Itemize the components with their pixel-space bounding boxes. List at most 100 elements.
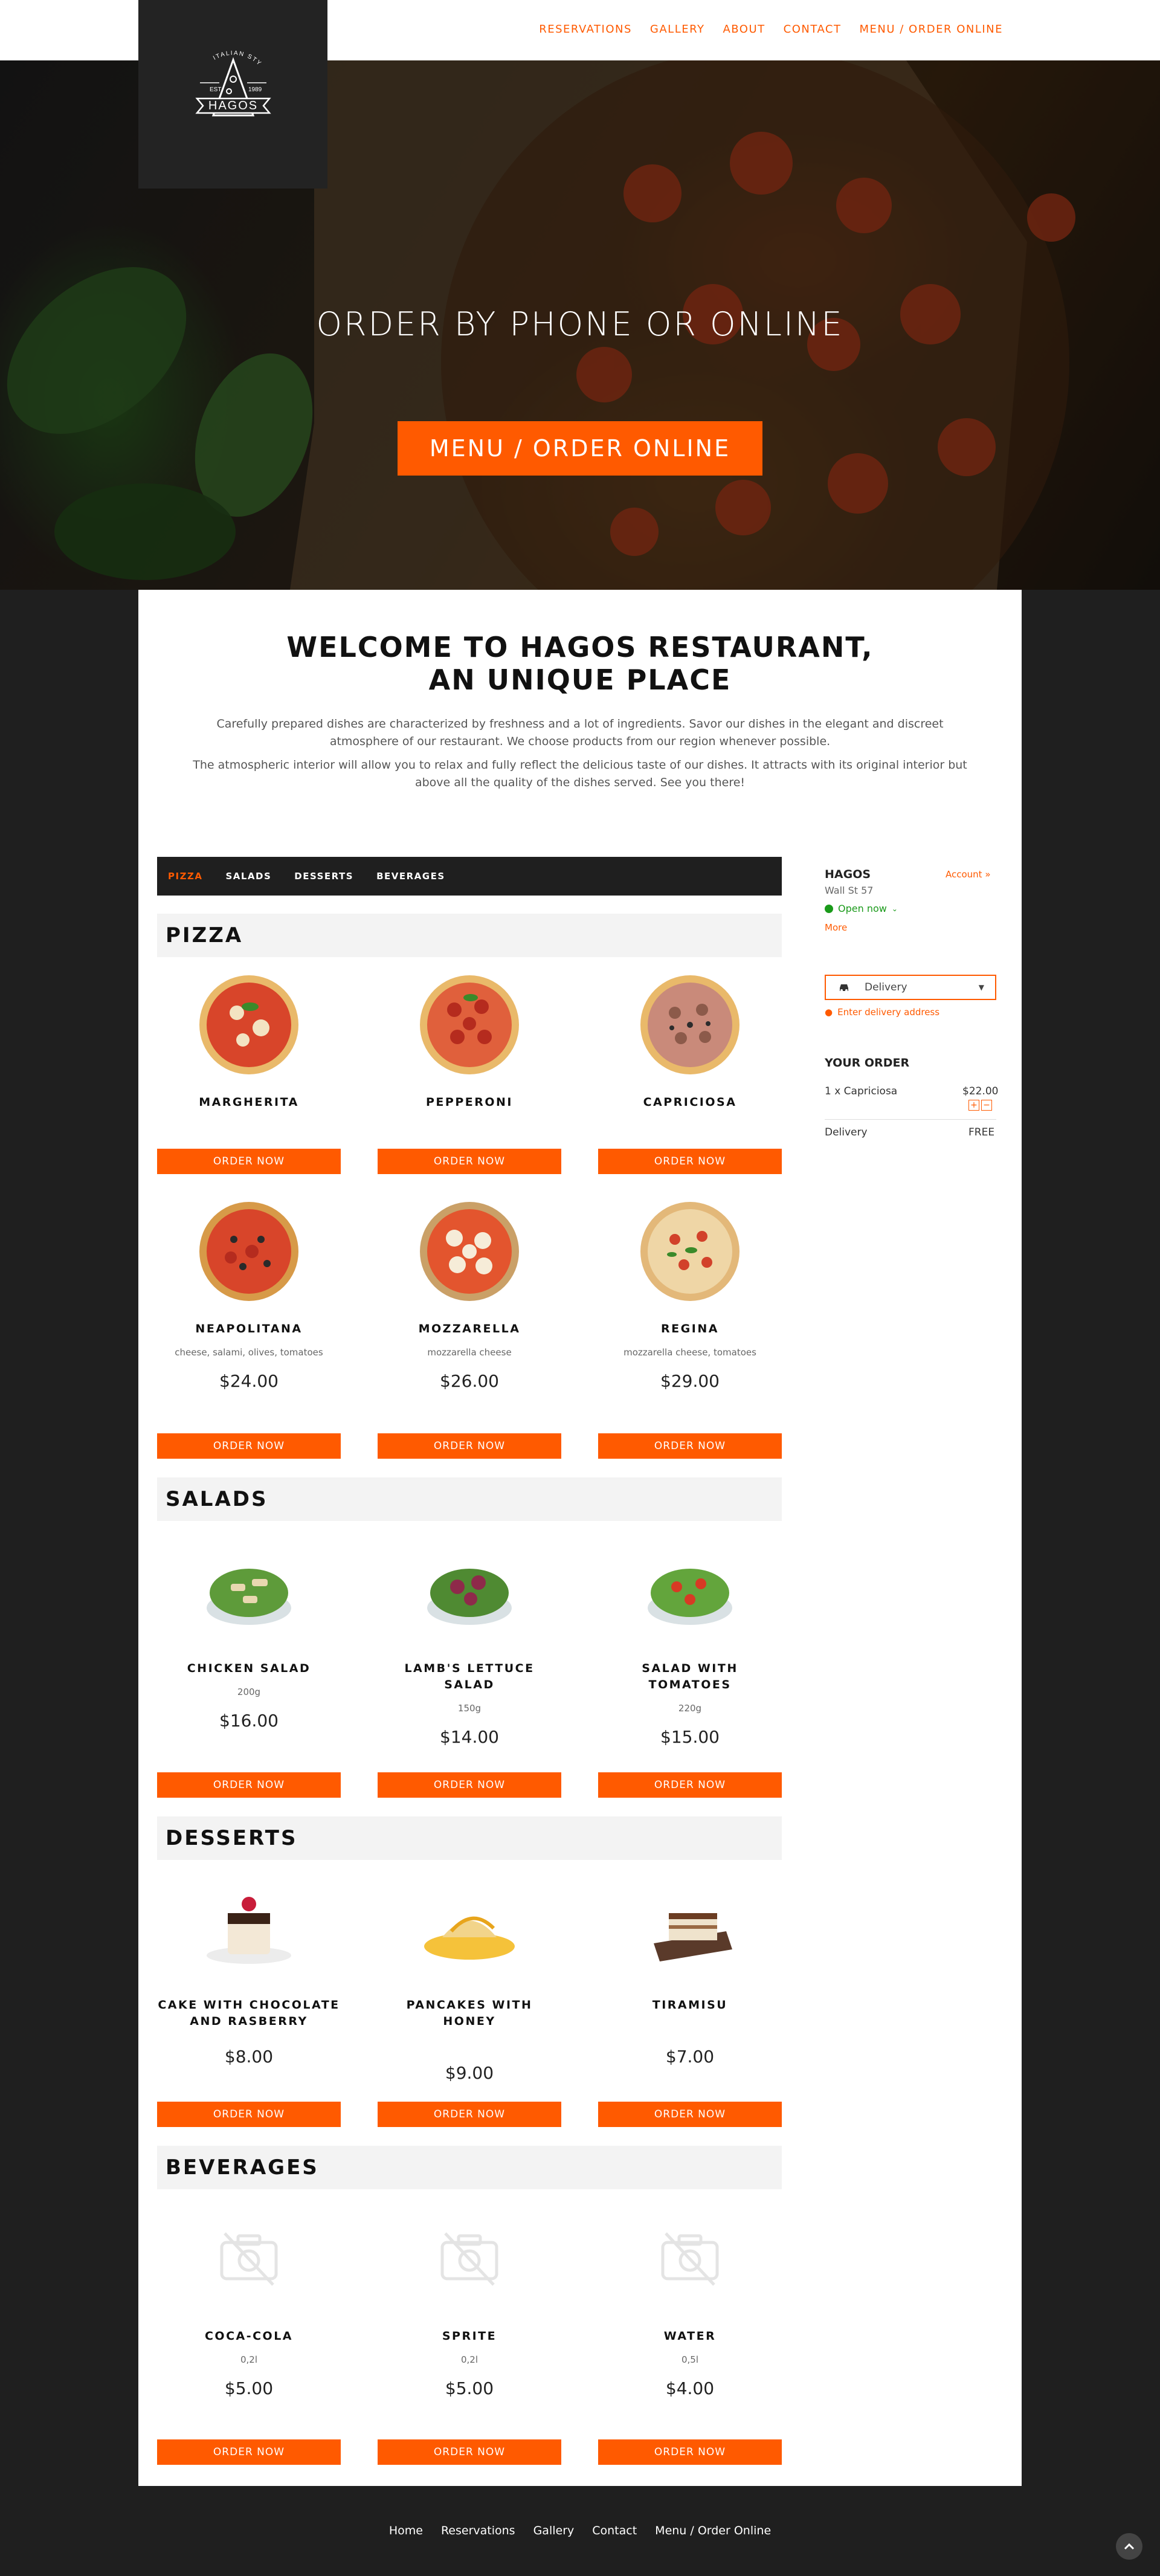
order-now-button[interactable]: ORDER NOW [598, 1772, 782, 1798]
item-price: $24.00 [219, 1371, 279, 1391]
footer-link-menu-order-online[interactable]: Menu / Order Online [655, 2524, 771, 2537]
item-description: 200g [237, 1687, 261, 1697]
category-tab-pizza[interactable]: PIZZA [168, 871, 202, 882]
welcome-title-line1: WELCOME TO HAGOS RESTAURANT, [286, 631, 874, 663]
location-pin-icon: ● [825, 1007, 833, 1018]
order-now-button[interactable]: ORDER NOW [598, 1433, 782, 1459]
item-price: $16.00 [219, 1711, 279, 1731]
order-now-button[interactable]: ORDER NOW [598, 2439, 782, 2465]
item-price: $29.00 [660, 1371, 720, 1391]
item-description: 0,2l [460, 2354, 478, 2365]
item-name: SALAD WITH TOMATOES [642, 1662, 738, 1691]
item-description: mozzarella cheese, tomatoes [624, 1347, 756, 1358]
increase-quantity-button[interactable]: + [968, 1100, 979, 1111]
your-order-heading: YOUR ORDER [825, 1056, 910, 1070]
item-price: $4.00 [665, 2378, 715, 2398]
more-link[interactable]: More [825, 922, 847, 933]
svg-text:ITALIAN STYLE: ITALIAN STYLE [182, 43, 263, 68]
nav-about[interactable]: ABOUT [723, 23, 765, 36]
delivery-select[interactable]: Delivery ▼ [825, 975, 996, 1000]
item-description: mozzarella cheese [427, 1347, 512, 1358]
pizza-image [633, 967, 747, 1082]
menu-item: CAKE WITH CHOCOLATE AND RASBERRY $8.00 [157, 1868, 341, 2067]
item-price: $15.00 [660, 1727, 720, 1747]
dessert-image [412, 1868, 527, 1983]
pizza-image [633, 1194, 747, 1309]
item-name: PEPPERONI [426, 1096, 513, 1109]
menu-item: MOZZARELLA mozzarella cheese $26.00 [378, 1194, 561, 1391]
item-name: LAMB'S LETTUCE SALAD [404, 1662, 535, 1691]
decrease-quantity-button[interactable]: − [981, 1100, 992, 1111]
salad-image [633, 1532, 747, 1647]
item-name: CHICKEN SALAD [187, 1662, 311, 1675]
section-header-desserts: DESSERTS [157, 1816, 782, 1860]
item-name: NEAPOLITANA [195, 1322, 303, 1335]
logo-emblem: ITALIAN STYLE EST. 1989 HAGOS [182, 43, 271, 117]
order-now-button[interactable]: ORDER NOW [378, 2102, 561, 2127]
item-price: $26.00 [440, 1371, 499, 1391]
menu-item: CHICKEN SALAD 200g $16.00 [157, 1532, 341, 1731]
order-now-button[interactable]: ORDER NOW [157, 1433, 341, 1459]
footer-link-contact[interactable]: Contact [592, 2524, 637, 2537]
order-now-button[interactable]: ORDER NOW [378, 2439, 561, 2465]
enter-delivery-address-link[interactable]: ● Enter delivery address [825, 1007, 939, 1018]
logo[interactable]: ITALIAN STYLE EST. 1989 HAGOS [138, 0, 327, 189]
item-name: SPRITE [442, 2329, 497, 2343]
back-to-top-button[interactable] [1116, 2533, 1142, 2560]
footer-nav: Home Reservations Gallery Contact Menu /… [0, 2524, 1160, 2537]
order-now-button[interactable]: ORDER NOW [157, 1149, 341, 1174]
footer-link-reservations[interactable]: Reservations [441, 2524, 515, 2537]
menu-item: LAMB'S LETTUCE SALAD 150g $14.00 [378, 1532, 561, 1747]
item-price: $14.00 [440, 1727, 499, 1747]
menu-item: REGINA mozzarella cheese, tomatoes $29.0… [598, 1194, 782, 1391]
category-tab-beverages[interactable]: BEVERAGES [376, 871, 445, 882]
logo-est: EST. [210, 86, 222, 93]
item-description: 150g [457, 1703, 482, 1714]
order-line-item: 1 x Capriciosa [825, 1085, 898, 1097]
pizza-image [412, 1194, 527, 1309]
menu-item: TIRAMISU $7.00 [598, 1868, 782, 2067]
order-now-button[interactable]: ORDER NOW [157, 2102, 341, 2127]
category-bar: PIZZA SALADS DESSERTS BEVERAGES [157, 857, 782, 896]
nav-menu-order-online[interactable]: MENU / ORDER ONLINE [860, 23, 1004, 36]
car-icon [840, 984, 848, 992]
menu-item: NEAPOLITANA cheese, salami, olives, toma… [157, 1194, 341, 1391]
account-link[interactable]: Account » [946, 869, 991, 880]
item-description: 0,2l [240, 2354, 258, 2365]
delivery-select-value: Delivery [865, 981, 907, 993]
order-sidebar: HAGOS Account » Wall St 57 Open now ⌄ Mo… [825, 868, 1006, 934]
item-name: MOZZARELLA [418, 1322, 521, 1335]
nav-gallery[interactable]: GALLERY [650, 23, 705, 36]
order-now-button[interactable]: ORDER NOW [598, 2102, 782, 2127]
item-price: $7.00 [665, 2047, 715, 2067]
section-header-pizza: PIZZA [157, 914, 782, 957]
order-now-button[interactable]: ORDER NOW [378, 1433, 561, 1459]
dropdown-caret-icon: ▼ [978, 983, 984, 992]
welcome-paragraph-2: The atmospheric interior will allow you … [193, 758, 967, 789]
order-divider [825, 1119, 996, 1120]
pizza-image [192, 967, 306, 1082]
pizza-image [412, 967, 527, 1082]
item-name: CAPRICIOSA [643, 1096, 737, 1109]
nav-reservations[interactable]: RESERVATIONS [539, 23, 632, 36]
category-tab-salads[interactable]: SALADS [225, 871, 271, 882]
footer-link-gallery[interactable]: Gallery [533, 2524, 575, 2537]
delivery-fee-value: FREE [968, 1126, 995, 1138]
order-now-button[interactable]: ORDER NOW [378, 1772, 561, 1798]
pizza-image [192, 1194, 306, 1309]
section-header-salads: SALADS [157, 1477, 782, 1521]
order-now-button[interactable]: ORDER NOW [157, 1772, 341, 1798]
main-content: WELCOME TO HAGOS RESTAURANT, AN UNIQUE P… [138, 590, 1022, 2486]
category-tab-desserts[interactable]: DESSERTS [294, 871, 353, 882]
main-nav: RESERVATIONS GALLERY ABOUT CONTACT MENU … [539, 23, 1003, 36]
item-name: PANCAKES WITH HONEY [406, 1998, 533, 2028]
nav-contact[interactable]: CONTACT [784, 23, 842, 36]
item-name: CAKE WITH CHOCOLATE AND RASBERRY [158, 1998, 340, 2028]
open-status[interactable]: Open now ⌄ [825, 903, 898, 914]
hero-order-online-button[interactable]: MENU / ORDER ONLINE [398, 421, 762, 476]
order-now-button[interactable]: ORDER NOW [157, 2439, 341, 2465]
order-now-button[interactable]: ORDER NOW [598, 1149, 782, 1174]
order-now-button[interactable]: ORDER NOW [378, 1149, 561, 1174]
footer-link-home[interactable]: Home [389, 2524, 423, 2537]
item-name: WATER [663, 2329, 717, 2343]
